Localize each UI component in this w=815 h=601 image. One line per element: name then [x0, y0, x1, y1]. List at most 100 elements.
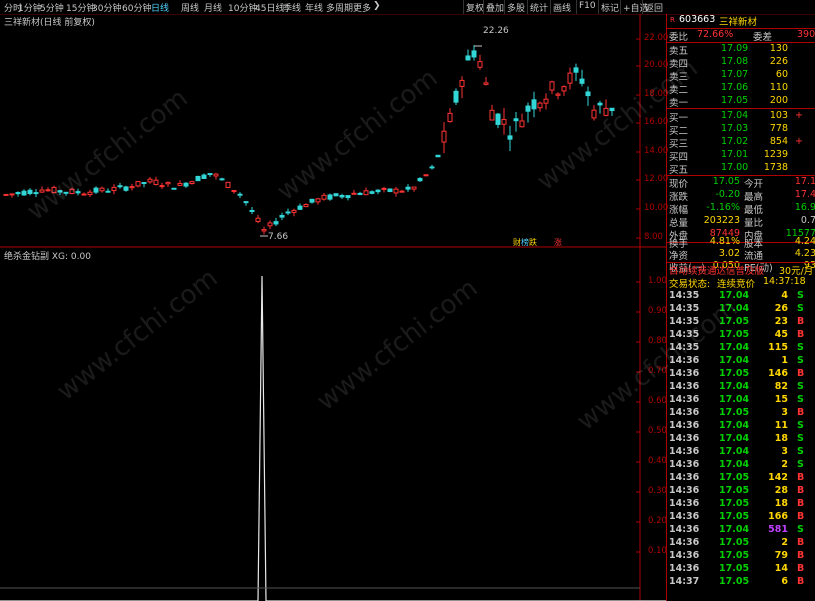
- tick-price: 17.05: [719, 316, 750, 327]
- period-tab[interactable]: 更多: [353, 1, 371, 14]
- candle-body: [315, 198, 321, 203]
- candle-body: [117, 185, 123, 188]
- period-tab[interactable]: 多周期: [326, 1, 353, 14]
- tick-row[interactable]: 14:35 17.04 26 S: [667, 303, 815, 316]
- buy-level-row[interactable]: 买四 17.01 1239: [667, 149, 815, 163]
- tick-row[interactable]: 14:36 17.04 82 S: [667, 381, 815, 394]
- period-tab[interactable]: 5分钟: [40, 1, 64, 14]
- candle-body: [369, 191, 375, 194]
- tick-row[interactable]: 14:35 17.04 4 S: [667, 290, 815, 303]
- tick-time: 14:36: [669, 420, 700, 431]
- price-axis-label: 18.00: [644, 89, 669, 99]
- buy-level-row[interactable]: 买二 17.03 778: [667, 123, 815, 137]
- period-tab[interactable]: 45日线: [255, 1, 284, 14]
- tool-button[interactable]: F10: [579, 1, 596, 11]
- tick-row[interactable]: 14:36 17.04 2 S: [667, 459, 815, 472]
- tick-price: 17.05: [719, 563, 750, 574]
- tick-row[interactable]: 14:36 17.04 15 S: [667, 394, 815, 407]
- tool-button[interactable]: 多股: [507, 1, 525, 14]
- tick-row[interactable]: 14:36 17.05 3 B: [667, 407, 815, 420]
- tick-row[interactable]: 14:35 17.05 45 B: [667, 329, 815, 342]
- candle-body: [225, 181, 231, 188]
- candle-body: [249, 209, 255, 213]
- indicator-axis-label: 0.20: [648, 516, 667, 526]
- buy-level-volume: 854: [769, 136, 788, 147]
- more-arrow-icon[interactable]: ❯: [373, 1, 381, 11]
- tick-volume: 6: [781, 576, 788, 587]
- period-tab[interactable]: 10分钟: [228, 1, 257, 14]
- tool-button[interactable]: 复权: [466, 1, 484, 14]
- buy-level-row[interactable]: 买五 17.00 1738: [667, 162, 815, 176]
- stat-value: 17.4: [794, 189, 815, 200]
- tool-button[interactable]: 标记: [601, 1, 619, 14]
- event-badge[interactable]: 财: [513, 237, 521, 248]
- buy-level-row[interactable]: 买一 17.04 103 +: [667, 110, 815, 124]
- tick-row[interactable]: 14:36 17.05 14 B: [667, 563, 815, 576]
- candle-body: [339, 194, 345, 198]
- tick-row[interactable]: 14:36 17.05 79 B: [667, 550, 815, 563]
- tool-button[interactable]: 返回: [645, 1, 663, 14]
- tick-time: 14:35: [669, 316, 700, 327]
- stat-label: 量比: [744, 218, 764, 229]
- tick-row[interactable]: 14:37 17.05 6 B: [667, 576, 815, 589]
- event-badge[interactable]: 跌: [529, 237, 537, 248]
- period-tab[interactable]: 季线: [283, 1, 301, 14]
- tool-button[interactable]: 统计: [530, 1, 548, 14]
- tick-side: S: [797, 433, 804, 444]
- candle-body: [147, 178, 153, 183]
- candle-body: [87, 191, 93, 196]
- ad-row[interactable]: 自动续费通达信普及版 30元/月: [667, 262, 815, 277]
- sell-level-row[interactable]: 卖四 17.08 226: [667, 56, 815, 70]
- period-tab[interactable]: 周线: [181, 1, 199, 14]
- tick-volume: 1: [781, 355, 788, 366]
- tool-button[interactable]: 叠加: [486, 1, 504, 14]
- sell-level-row[interactable]: 卖五 17.09 130: [667, 43, 815, 57]
- tick-row[interactable]: 14:36 17.05 142 B: [667, 472, 815, 485]
- sell-level-row[interactable]: 卖三 17.07 60: [667, 69, 815, 83]
- tick-row[interactable]: 14:35 17.05 23 B: [667, 316, 815, 329]
- tick-row[interactable]: 14:36 17.05 18 B: [667, 498, 815, 511]
- tick-row[interactable]: 14:36 17.05 28 B: [667, 485, 815, 498]
- tick-time: 14:36: [669, 472, 700, 483]
- candle-body: [105, 190, 111, 193]
- period-tab[interactable]: 月线: [204, 1, 222, 14]
- tick-volume: 28: [774, 485, 788, 496]
- period-tab[interactable]: 年线: [305, 1, 323, 14]
- sell-level-row[interactable]: 卖一 17.05 200: [667, 95, 815, 109]
- candle-body: [333, 193, 339, 197]
- candle-body: [495, 113, 501, 125]
- tick-side: B: [797, 407, 805, 418]
- period-tab[interactable]: 日线: [151, 1, 169, 14]
- candle-body: [165, 181, 171, 185]
- candle-body: [219, 178, 225, 181]
- tick-row[interactable]: 14:36 17.05 146 B: [667, 368, 815, 381]
- tick-row[interactable]: 14:36 17.05 2 B: [667, 537, 815, 550]
- candle-body: [111, 186, 117, 192]
- chart-area[interactable]: 三祥新材(日线 前复权) 绝杀金钻副 XG: 0.00 22.26 7.66 财…: [0, 14, 669, 601]
- event-badge[interactable]: 榜: [521, 237, 529, 248]
- event-badge[interactable]: 涨: [554, 237, 562, 248]
- indicator-axis-label: 1.00: [648, 276, 667, 286]
- tick-row[interactable]: 14:36 17.05 166 B: [667, 511, 815, 524]
- tick-row[interactable]: 14:36 17.04 1 S: [667, 355, 815, 368]
- buy-level-row[interactable]: 买三 17.02 854 +: [667, 136, 815, 150]
- kline-chart-svg[interactable]: [0, 14, 666, 601]
- candle-body: [453, 90, 459, 103]
- period-tab[interactable]: 30分钟: [92, 1, 121, 14]
- ad-text[interactable]: 自动续费通达信普及版: [669, 263, 764, 277]
- tick-price: 17.04: [719, 290, 750, 301]
- status-value: 连续竞价: [717, 279, 756, 290]
- tick-row[interactable]: 14:35 17.04 115 S: [667, 342, 815, 355]
- tick-row[interactable]: 14:36 17.04 18 S: [667, 433, 815, 446]
- quote-panel: R 603663 三祥新材 委比 72.66% 委差 390 卖五 17.09 13…: [666, 14, 815, 601]
- tick-row[interactable]: 14:36 17.04 11 S: [667, 420, 815, 433]
- indicator-line: [0, 275, 666, 601]
- tick-row[interactable]: 14:36 17.04 581 S: [667, 524, 815, 537]
- period-tab[interactable]: 1分钟: [18, 1, 42, 14]
- ad-price[interactable]: 30元/月: [779, 263, 813, 277]
- tool-button[interactable]: 画线: [553, 1, 571, 14]
- tick-row[interactable]: 14:36 17.04 3 S: [667, 446, 815, 459]
- period-tab[interactable]: 60分钟: [122, 1, 151, 14]
- tick-side: S: [797, 342, 804, 353]
- sell-level-row[interactable]: 卖二 17.06 110: [667, 82, 815, 96]
